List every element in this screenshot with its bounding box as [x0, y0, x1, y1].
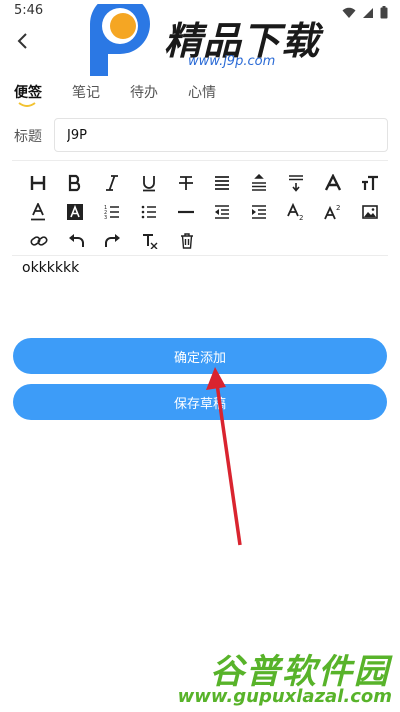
- underline-icon[interactable]: [130, 171, 167, 195]
- note-editor[interactable]: okkkkkk: [22, 260, 382, 320]
- align-justify-icon[interactable]: [204, 171, 241, 195]
- wifi-icon: [342, 4, 356, 23]
- superscript-icon[interactable]: 2: [314, 200, 351, 224]
- ordered-list-icon[interactable]: 123: [94, 200, 131, 224]
- toolbar-row: [20, 168, 388, 197]
- text-color-icon[interactable]: [20, 200, 57, 224]
- redo-icon[interactable]: [94, 229, 131, 253]
- title-input[interactable]: [54, 118, 388, 152]
- font-size-icon[interactable]: [351, 171, 388, 195]
- tab-memo[interactable]: 便签: [14, 82, 42, 107]
- svg-text:3: 3: [104, 215, 107, 220]
- tab-label: 便签: [14, 85, 42, 101]
- title-row: 标题: [14, 118, 388, 152]
- toolbar-row: 123 2 2: [20, 197, 388, 226]
- unordered-list-icon[interactable]: [130, 200, 167, 224]
- indent-icon[interactable]: [241, 200, 278, 224]
- subscript-icon[interactable]: 2: [278, 200, 315, 224]
- italic-icon[interactable]: [94, 171, 131, 195]
- watermark-top-url: www.j9p.com: [188, 54, 276, 69]
- rich-text-toolbar: 123 2 2: [20, 168, 388, 255]
- line-height-icon[interactable]: [241, 171, 278, 195]
- horizontal-rule-icon[interactable]: [167, 200, 204, 224]
- tab-mood[interactable]: 心情: [188, 82, 216, 102]
- watermark-logo: 精品下载 www.j9p.com: [82, 0, 332, 80]
- outdent-icon[interactable]: [204, 200, 241, 224]
- heading-icon[interactable]: [20, 171, 57, 195]
- link-icon[interactable]: [20, 229, 57, 253]
- indent-down-icon[interactable]: [278, 171, 315, 195]
- font-icon[interactable]: [314, 171, 351, 195]
- back-arrow-icon[interactable]: [12, 30, 34, 52]
- delete-icon[interactable]: [168, 229, 205, 253]
- tab-label: 待办: [130, 85, 158, 101]
- clear-format-icon[interactable]: [131, 229, 168, 253]
- strikethrough-icon[interactable]: [167, 171, 204, 195]
- confirm-add-button[interactable]: 确定添加: [13, 338, 387, 374]
- j9p-logo-icon: [82, 0, 154, 80]
- watermark-bottom-url: www.gupuxlazal.com: [177, 686, 392, 707]
- divider: [12, 255, 388, 256]
- title-label: 标题: [14, 129, 42, 145]
- status-icons: [342, 4, 388, 23]
- watermark-bottom: 谷普软件园 www.gupuxlazal.com: [178, 644, 394, 710]
- battery-icon: [380, 4, 388, 23]
- toolbar-row: [20, 226, 388, 255]
- divider: [12, 160, 388, 161]
- tab-notes[interactable]: 笔记: [72, 82, 100, 102]
- svg-text:2: 2: [336, 204, 340, 212]
- tab-label: 笔记: [72, 85, 100, 101]
- bold-icon[interactable]: [57, 171, 94, 195]
- signal-icon: [362, 4, 374, 23]
- status-time: 5:46: [14, 3, 44, 18]
- tab-todo[interactable]: 待办: [130, 82, 158, 102]
- background-color-icon[interactable]: [57, 200, 94, 224]
- save-draft-button[interactable]: 保存草稿: [13, 384, 387, 420]
- tab-label: 心情: [188, 85, 216, 101]
- svg-text:2: 2: [299, 214, 303, 221]
- image-icon[interactable]: [351, 200, 388, 224]
- undo-icon[interactable]: [57, 229, 94, 253]
- tab-active-indicator: [18, 102, 36, 107]
- category-tabs: 便签 笔记 待办 心情: [14, 82, 246, 107]
